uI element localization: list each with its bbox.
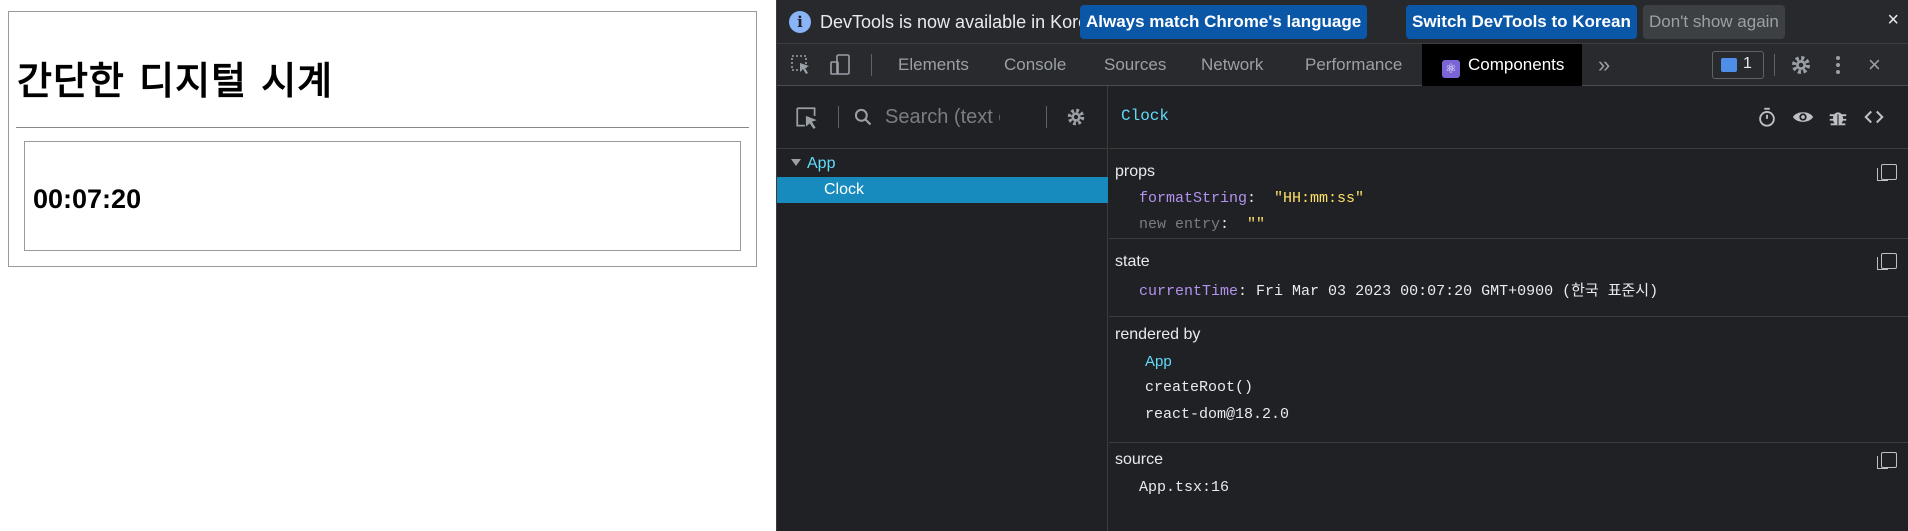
section-title: state (1115, 253, 1150, 270)
more-tabs-icon[interactable]: » (1598, 44, 1610, 86)
issues-button[interactable]: 1 (1712, 51, 1764, 79)
tree-item-clock[interactable]: Clock (777, 177, 1108, 203)
info-icon: i (789, 11, 811, 33)
tree-item-app[interactable]: App (777, 151, 1108, 177)
infobar-close-icon[interactable]: × (1887, 9, 1899, 32)
new-prop-row[interactable]: new entry: "" (1139, 216, 1265, 233)
component-tree-panel: App Clock (777, 86, 1108, 531)
rendered-by-section: rendered by App createRoot() react-dom@1… (1109, 317, 1908, 443)
match-language-button[interactable]: Always match Chrome's language (1080, 5, 1368, 39)
state-value[interactable]: Fri Mar 03 2023 00:07:20 GMT+0900 (한국 표준… (1256, 283, 1658, 300)
copy-icon[interactable] (1877, 452, 1897, 469)
prop-value[interactable]: "HH:mm:ss" (1274, 190, 1364, 207)
infobar-message: DevTools is now available in Korean! (820, 12, 1114, 32)
inspect-element-icon[interactable] (789, 53, 813, 77)
section-title: source (1115, 451, 1164, 468)
devtools-tabbar: Elements Console Sources Network Perform… (777, 44, 1908, 86)
bug-icon[interactable] (1827, 106, 1849, 128)
source-location[interactable]: App.tsx:16 (1139, 479, 1229, 496)
more-options-icon[interactable] (1826, 53, 1850, 77)
section-title: props (1115, 163, 1156, 180)
device-toolbar-icon[interactable] (828, 53, 852, 77)
toolbar-divider (1774, 54, 1775, 76)
search-icon (854, 108, 872, 126)
prop-key[interactable]: new entry (1139, 216, 1220, 233)
clock-time: 00:07:20 (33, 184, 142, 214)
prop-key: formatString (1139, 190, 1248, 207)
tab-components[interactable]: ⚛ Components (1422, 44, 1583, 86)
caret-down-icon[interactable] (791, 159, 801, 166)
react-icon: ⚛ (1442, 60, 1460, 78)
message-icon (1721, 58, 1737, 72)
copy-icon[interactable] (1877, 253, 1897, 270)
tab-components-label: Components (1468, 55, 1565, 74)
tab-network[interactable]: Network (1201, 44, 1263, 86)
close-devtools-icon[interactable]: × (1868, 44, 1881, 86)
rendered-by-app-link[interactable]: App (1145, 353, 1172, 370)
copy-icon[interactable] (1877, 164, 1897, 181)
devtools-panel: i DevTools is now available in Korean! A… (776, 0, 1908, 531)
tree-settings-gear-icon[interactable] (1065, 106, 1087, 128)
language-infobar: i DevTools is now available in Korean! A… (777, 0, 1908, 44)
component-search-input[interactable] (885, 104, 1000, 130)
prop-row[interactable]: formatString: "HH:mm:ss" (1139, 190, 1364, 207)
component-detail-panel: Clock props formatString: "HH:mm:ss" new… (1109, 86, 1908, 531)
view-source-icon[interactable] (1863, 106, 1885, 128)
select-element-icon[interactable] (794, 105, 820, 131)
tree-item-label: Clock (824, 181, 865, 198)
app-container: 간단한 디지털 시계 00:07:20 (8, 11, 757, 267)
state-key: currentTime (1139, 283, 1239, 300)
settings-gear-icon[interactable] (1789, 53, 1813, 77)
search-divider (1046, 106, 1047, 128)
tab-elements[interactable]: Elements (898, 44, 969, 86)
search-divider (838, 106, 839, 128)
toolbar-divider (871, 54, 872, 76)
dont-show-again-button[interactable]: Don't show again (1643, 5, 1785, 39)
issues-count: 1 (1743, 55, 1752, 72)
selected-component-name: Clock (1121, 107, 1170, 125)
tab-performance[interactable]: Performance (1305, 44, 1402, 86)
app-page: 간단한 디지털 시계 00:07:20 (0, 0, 776, 531)
eye-icon[interactable] (1792, 106, 1814, 128)
page-title: 간단한 디지털 시계 (17, 59, 334, 103)
tree-search-row (777, 86, 1108, 149)
tree-item-label: App (807, 155, 836, 172)
stopwatch-icon[interactable] (1756, 106, 1778, 128)
props-section: props formatString: "HH:mm:ss" new entry… (1109, 150, 1908, 239)
detail-header: Clock (1109, 86, 1908, 149)
state-section: state currentTime: Fri Mar 03 2023 00:07… (1109, 239, 1908, 317)
rendered-by-item: createRoot() (1145, 379, 1254, 396)
tab-console[interactable]: Console (1004, 44, 1066, 86)
tab-sources[interactable]: Sources (1104, 44, 1166, 86)
section-title: rendered by (1115, 326, 1201, 343)
state-row[interactable]: currentTime: Fri Mar 03 2023 00:07:20 GM… (1139, 279, 1658, 300)
source-section: source App.tsx:16 (1109, 443, 1908, 531)
switch-language-button[interactable]: Switch DevTools to Korean (1406, 5, 1637, 39)
clock-container: 00:07:20 (24, 141, 741, 251)
divider (16, 127, 749, 128)
rendered-by-item: react-dom@18.2.0 (1145, 406, 1290, 423)
prop-value[interactable]: "" (1247, 216, 1265, 233)
